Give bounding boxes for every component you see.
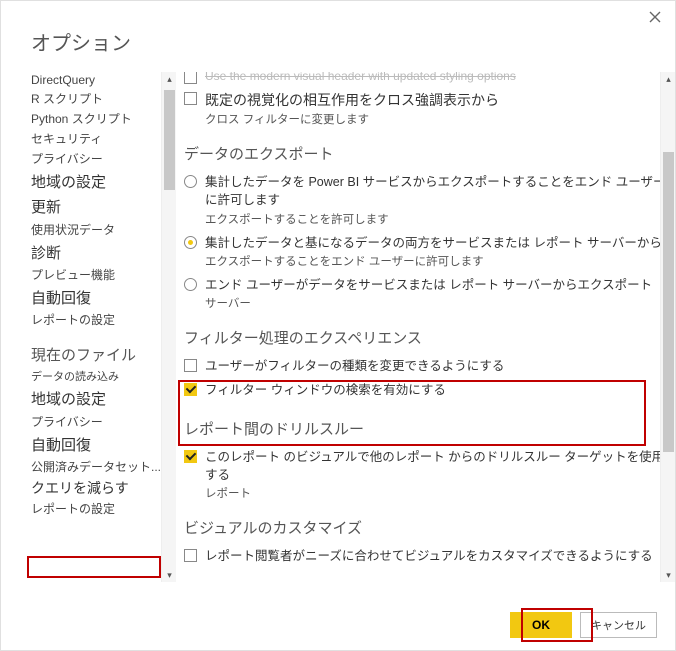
nav-r-script[interactable]: R スクリプト (31, 89, 170, 109)
radio-export-none[interactable] (184, 278, 197, 291)
nav-security[interactable]: セキュリティ (31, 129, 170, 149)
export-radio-2-sub: エクスポートすることをエンド ユーザーに許可します (205, 253, 667, 269)
opt-default-interaction-label: 既定の視覚化の相互作用をクロス強調表示から (205, 90, 499, 110)
export-radio-3: エンド ユーザーがデータをサービスまたは レポート サーバーからエクスポート (184, 273, 667, 297)
sidebar: DirectQuery R スクリプト Python スクリプト セキュリティ … (1, 72, 176, 582)
nav-regional[interactable]: 地域の設定 (31, 169, 170, 194)
opt-modern-header: Use the modern visual header with update… (184, 72, 667, 87)
sidebar-scrollbar[interactable]: ▴ ▾ (161, 72, 176, 582)
cancel-button[interactable]: キャンセル (580, 612, 657, 638)
opt-visual-custom-label: レポート閲覧者がニーズに合わせてビジュアルをカスタマイズできるようにする (205, 547, 653, 565)
opt-filter-type: ユーザーがフィルターの種類を変更できるようにする (184, 354, 667, 378)
nav-reduce-queries[interactable]: クエリを減らす (31, 477, 170, 499)
checkbox-filter-type[interactable] (184, 359, 197, 372)
nav-regional-2[interactable]: 地域の設定 (31, 386, 170, 411)
highlight-sidebar-report-settings (27, 556, 161, 578)
nav-autorecovery-2[interactable]: 自動回復 (31, 432, 170, 457)
scroll-up-icon[interactable]: ▴ (162, 72, 176, 86)
checkbox-default-interaction[interactable] (184, 92, 197, 105)
export-radio-2-label: 集計したデータと基になるデータの両方をサービスまたは レポート サーバーから (205, 234, 662, 252)
export-radio-2: 集計したデータと基になるデータの両方をサービスまたは レポート サーバーから (184, 231, 667, 255)
nav-python-script[interactable]: Python スクリプト (31, 109, 170, 129)
export-radio-3-sub: サーバー (205, 295, 667, 311)
checkbox-drillthrough[interactable] (184, 450, 197, 463)
section-filter: フィルター処理のエクスペリエンス (184, 327, 667, 348)
content-scroll-up-icon[interactable]: ▴ (661, 72, 675, 86)
content-panel: Use the modern visual header with update… (176, 72, 675, 582)
opt-modern-header-label: Use the modern visual header with update… (205, 72, 516, 83)
nav-data-load[interactable]: データの読み込み (31, 367, 170, 386)
nav-privacy[interactable]: プライバシー (31, 149, 170, 169)
opt-visual-custom: レポート閲覧者がニーズに合わせてビジュアルをカスタマイズできるようにする (184, 544, 667, 568)
dialog-footer: OK キャンセル (510, 612, 657, 638)
nav-published-dataset[interactable]: 公開済みデータセット... (31, 457, 170, 477)
opt-drillthrough: このレポート のビジュアルで他のレポート からのドリルスルー ターゲットを使用す… (184, 445, 667, 487)
close-button[interactable] (645, 7, 665, 27)
export-radio-1-sub: エクスポートすることを許可します (205, 211, 667, 227)
export-radio-3-label: エンド ユーザーがデータをサービスまたは レポート サーバーからエクスポート (205, 276, 652, 294)
opt-drillthrough-label: このレポート のビジュアルで他のレポート からのドリルスルー ターゲットを使用す… (205, 448, 667, 484)
dialog-title: オプション (1, 1, 675, 72)
nav-directquery[interactable]: DirectQuery (31, 72, 170, 89)
nav-preview[interactable]: プレビュー機能 (31, 265, 170, 285)
section-visual-custom: ビジュアルのカスタマイズ (184, 517, 667, 538)
checkbox-filter-search[interactable] (184, 383, 197, 396)
nav-report-settings-2[interactable]: レポートの設定 (31, 499, 170, 519)
opt-filter-type-label: ユーザーがフィルターの種類を変更できるようにする (205, 357, 504, 375)
checkbox-visual-custom[interactable] (184, 549, 197, 562)
nav-privacy-2[interactable]: プライバシー (31, 412, 170, 432)
options-dialog: オプション DirectQuery R スクリプト Python スクリプト セ… (0, 0, 676, 651)
nav-diagnostics[interactable]: 診断 (31, 240, 170, 265)
opt-filter-search: フィルター ウィンドウの検索を有効にする (184, 378, 667, 402)
scroll-down-icon[interactable]: ▾ (162, 568, 176, 582)
radio-export-all[interactable] (184, 236, 197, 249)
content-scroll-down-icon[interactable]: ▾ (661, 568, 675, 582)
nav-refresh[interactable]: 更新 (31, 194, 170, 219)
section-export: データのエクスポート (184, 143, 667, 164)
radio-export-summarized[interactable] (184, 175, 197, 188)
checkbox-modern-header[interactable] (184, 72, 197, 84)
close-icon (649, 11, 661, 23)
opt-drillthrough-sub: レポート (205, 485, 667, 501)
scrollbar-thumb[interactable] (164, 90, 175, 190)
nav-autorecovery[interactable]: 自動回復 (31, 285, 170, 310)
section-drillthrough: レポート間のドリルスルー (184, 418, 667, 439)
content-scrollbar-thumb[interactable] (663, 152, 674, 452)
nav-report-settings[interactable]: レポートの設定 (31, 310, 170, 330)
nav-usage-data[interactable]: 使用状況データ (31, 220, 170, 240)
ok-button[interactable]: OK (510, 612, 572, 638)
export-radio-1-label: 集計したデータを Power BI サービスからエクスポートすることをエンド ユ… (205, 173, 667, 209)
opt-default-interaction: 既定の視覚化の相互作用をクロス強調表示から (184, 87, 667, 113)
export-radio-1: 集計したデータを Power BI サービスからエクスポートすることをエンド ユ… (184, 170, 667, 212)
opt-default-interaction-sub: クロス フィルターに変更します (205, 111, 667, 127)
opt-filter-search-label: フィルター ウィンドウの検索を有効にする (205, 381, 446, 399)
content-scrollbar[interactable]: ▴ ▾ (660, 72, 675, 582)
nav-current-file: 現在のファイル (31, 342, 170, 367)
